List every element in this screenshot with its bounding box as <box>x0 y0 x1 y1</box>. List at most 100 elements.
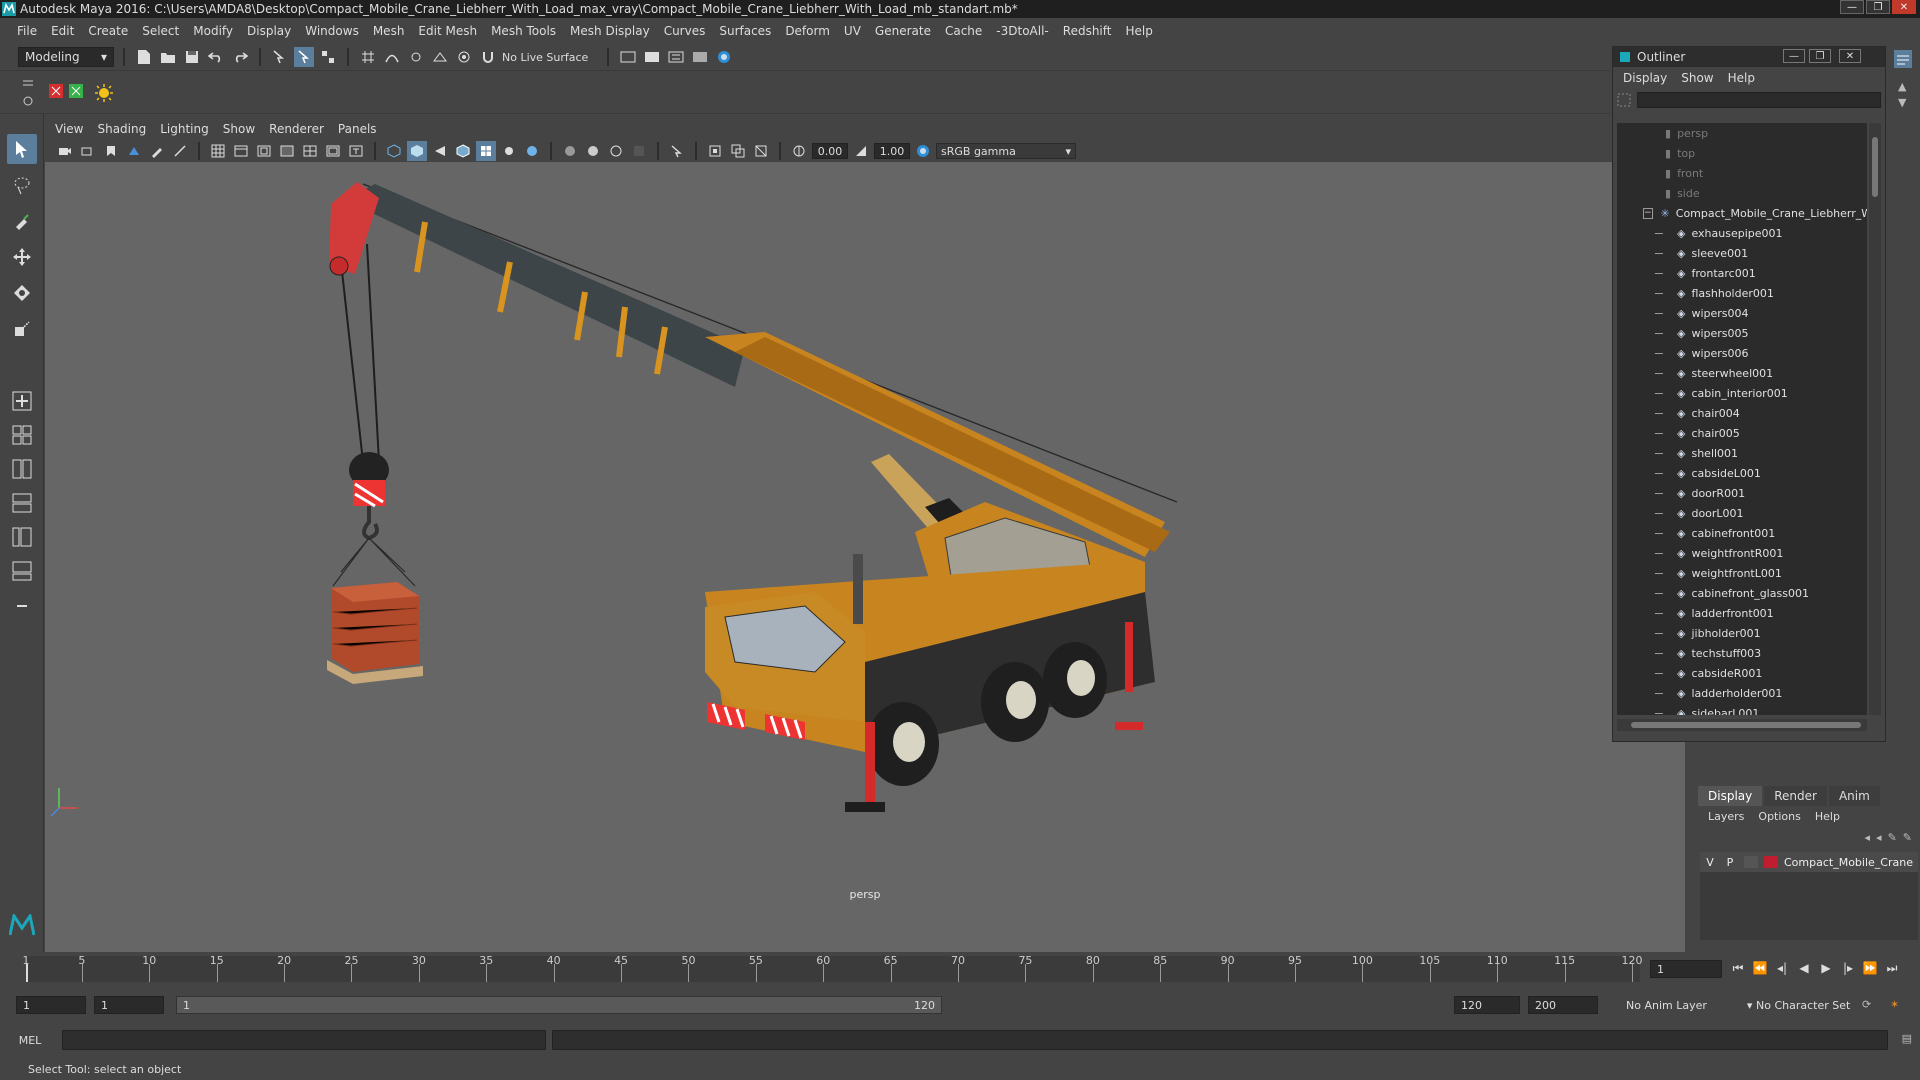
script-editor-icon[interactable]: ▤ <box>1902 1032 1912 1045</box>
color-management-icon[interactable] <box>913 141 933 161</box>
play-forwards-icon[interactable]: ▶ <box>1818 960 1834 976</box>
use-all-lights-icon[interactable] <box>499 141 519 161</box>
step-back-key-icon[interactable]: ⏪ <box>1752 960 1768 976</box>
outliner-group-row[interactable]: − ✳ Compact_Mobile_Crane_Liebherr_W <box>1617 203 1867 223</box>
grease-pencil-icon[interactable] <box>147 141 167 161</box>
select-by-object-icon[interactable] <box>294 47 314 67</box>
range-slider[interactable]: 1 120 <box>176 996 942 1014</box>
rotate-tool-button[interactable] <box>7 278 37 308</box>
exposure-icon[interactable] <box>789 141 809 161</box>
select-tool-button[interactable] <box>7 134 37 164</box>
image-plane-icon[interactable] <box>124 141 144 161</box>
gear-icon[interactable] <box>18 91 38 111</box>
command-input[interactable] <box>62 1030 546 1050</box>
layer-playback-toggle[interactable]: P <box>1720 856 1740 869</box>
render-settings-icon[interactable] <box>618 47 638 67</box>
outliner-item[interactable]: ◈ chair004 <box>1617 403 1867 423</box>
outliner-item[interactable]: ◈ techstuff003 <box>1617 643 1867 663</box>
menu-edit-mesh[interactable]: Edit Mesh <box>411 24 484 38</box>
outliner-item[interactable]: ◈ weightfrontR001 <box>1617 543 1867 563</box>
field-chart-icon[interactable] <box>300 141 320 161</box>
xray-joints-icon[interactable] <box>751 141 771 161</box>
view-transform-dropdown[interactable]: sRGB gamma ▾ <box>936 143 1076 159</box>
save-scene-icon[interactable] <box>182 47 202 67</box>
outliner-item[interactable]: ◈ flashholder001 <box>1617 283 1867 303</box>
outliner-item[interactable]: ◈ doorL001 <box>1617 503 1867 523</box>
menu-display[interactable]: Display <box>240 24 298 38</box>
vp-menu-show[interactable]: Show <box>223 122 263 136</box>
outliner-camera-top[interactable]: ▮ top <box>1617 143 1867 163</box>
hypershade-icon[interactable] <box>714 47 734 67</box>
snap-view-plane-icon[interactable] <box>430 47 450 67</box>
tab-render[interactable]: Render <box>1764 786 1827 806</box>
vp-menu-lighting[interactable]: Lighting <box>160 122 217 136</box>
layer-menu-help[interactable]: Help <box>1815 810 1840 823</box>
outliner-item[interactable]: ◈ wipers005 <box>1617 323 1867 343</box>
camera-attributes-icon[interactable] <box>78 141 98 161</box>
go-to-end-icon[interactable]: ⏭ <box>1884 960 1900 976</box>
magnet-icon[interactable] <box>478 47 498 67</box>
scroll-thumb[interactable] <box>1872 137 1878 197</box>
outliner-camera-side[interactable]: ▮ side <box>1617 183 1867 203</box>
character-set-dropdown[interactable]: No Character Set <box>1756 996 1850 1014</box>
layer-visibility-toggle[interactable]: V <box>1700 856 1720 869</box>
outliner-horizontal-scrollbar[interactable] <box>1617 719 1867 731</box>
arrow-down-icon[interactable]: ▼ <box>1898 96 1906 109</box>
new-scene-icon[interactable] <box>134 47 154 67</box>
outliner-item[interactable]: ◈ sidebarL001 <box>1617 703 1867 715</box>
menu-set-dropdown[interactable]: Modeling ▾ <box>18 47 114 67</box>
bookmark-icon[interactable] <box>101 141 121 161</box>
outliner-item[interactable]: ◈ doorR001 <box>1617 483 1867 503</box>
outliner-item[interactable]: ◈ exhausepipe001 <box>1617 223 1867 243</box>
layer-color-swatch[interactable] <box>1764 856 1778 868</box>
resolution-gate-icon[interactable] <box>254 141 274 161</box>
maximize-button[interactable]: ❐ <box>1866 0 1890 14</box>
outliner-item[interactable]: ◈ cabsideR001 <box>1617 663 1867 683</box>
depth-of-field-icon[interactable] <box>629 141 649 161</box>
outliner-item[interactable]: ◈ wipers004 <box>1617 303 1867 323</box>
outliner-title-bar[interactable]: Outliner — ❐ ✕ <box>1613 47 1885 67</box>
screen-space-ao-icon[interactable] <box>560 141 580 161</box>
script-language-label[interactable]: MEL <box>0 1034 60 1047</box>
outliner-item[interactable]: ◈ chair005 <box>1617 423 1867 443</box>
undo-icon[interactable] <box>206 47 226 67</box>
move-layer-down-icon[interactable]: ◂ <box>1876 831 1882 844</box>
vp-menu-renderer[interactable]: Renderer <box>269 122 332 136</box>
make-live-icon[interactable] <box>454 47 474 67</box>
anim-layer-dropdown[interactable]: No Anim Layer ▾ <box>1626 996 1752 1014</box>
layout-stacked-button[interactable] <box>7 488 37 518</box>
isolate-select-icon[interactable] <box>667 141 687 161</box>
outliner-close-button[interactable]: ✕ <box>1839 49 1861 63</box>
outliner-item[interactable]: ◈ weightfrontL001 <box>1617 563 1867 583</box>
smooth-shade-icon[interactable] <box>407 141 427 161</box>
layout-outliner-button[interactable] <box>7 522 37 552</box>
menu-uv[interactable]: UV <box>837 24 868 38</box>
anti-aliasing-icon[interactable] <box>606 141 626 161</box>
new-layer-selected-icon[interactable]: ✎ <box>1903 831 1912 844</box>
menu-3dtoall[interactable]: -3DtoAll- <box>989 24 1055 38</box>
exposure-field[interactable]: 0.00 <box>812 143 848 159</box>
redo-icon[interactable] <box>230 47 250 67</box>
playback-end-field[interactable]: 120 <box>1454 996 1520 1014</box>
collapse-icon[interactable]: − <box>1643 207 1653 219</box>
animation-end-field[interactable]: 200 <box>1528 996 1598 1014</box>
outliner-menu-display[interactable]: Display <box>1623 71 1667 85</box>
outliner-item[interactable]: ◈ cabin_interior001 <box>1617 383 1867 403</box>
safe-title-icon[interactable] <box>346 141 366 161</box>
range-start-field[interactable]: 1 <box>16 996 86 1014</box>
tab-anim[interactable]: Anim <box>1828 786 1880 806</box>
menu-curves[interactable]: Curves <box>657 24 713 38</box>
xray-active-components-icon[interactable] <box>728 141 748 161</box>
outliner-item[interactable]: ◈ wipers006 <box>1617 343 1867 363</box>
step-forward-key-icon[interactable]: ⏩ <box>1862 960 1878 976</box>
go-to-start-icon[interactable]: ⏮ <box>1730 960 1746 976</box>
menu-generate[interactable]: Generate <box>868 24 938 38</box>
menu-cache[interactable]: Cache <box>938 24 989 38</box>
animation-preferences-icon[interactable]: ✶ <box>1890 998 1899 1011</box>
camera-select-icon[interactable] <box>55 141 75 161</box>
scroll-thumb[interactable] <box>1631 722 1861 728</box>
default-material-icon[interactable] <box>430 141 450 161</box>
snap-point-icon[interactable] <box>406 47 426 67</box>
outliner-camera-front[interactable]: ▮ front <box>1617 163 1867 183</box>
outliner-vertical-scrollbar[interactable] <box>1869 123 1881 715</box>
